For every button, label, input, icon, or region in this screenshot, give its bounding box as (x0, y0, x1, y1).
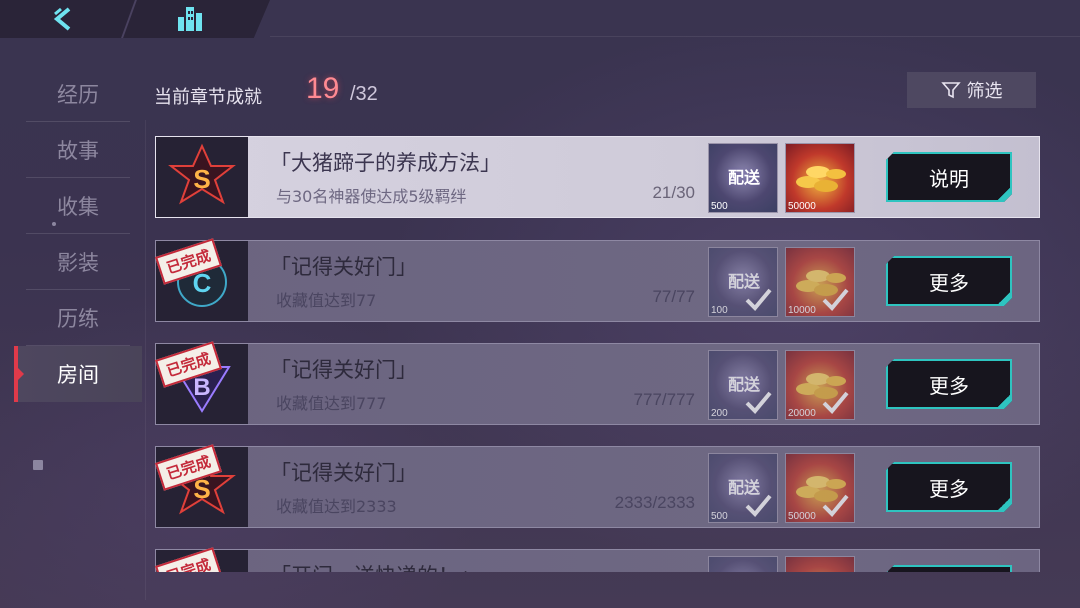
sidebar-item-outfit[interactable]: 影装 (26, 234, 130, 290)
achievement-progress: 77/77 (652, 287, 695, 306)
top-bar (0, 0, 270, 38)
achievement-desc: 与30名神器使达成5级羁绊 (276, 187, 467, 206)
sidebar-item-label: 故事 (57, 138, 99, 163)
reward-amount: 500 (711, 201, 728, 212)
achievement-row[interactable]: C 已完成 「记得关好门」 收藏值达到77 77/77 配送 100 10000… (155, 238, 1040, 322)
rank-badge: C 已完成 (155, 238, 248, 321)
achievement-title: 「记得关好门」 (270, 358, 417, 382)
sidebar-item-label: 影装 (57, 250, 99, 275)
rank-s-icon: S (168, 143, 236, 205)
chevron-left-icon (53, 7, 71, 31)
reward-amount: 20000 (788, 408, 816, 419)
achievement-title: 「大猪蹄子的养成方法」 (270, 151, 501, 175)
reward-coins[interactable]: 50000 (785, 143, 855, 213)
reward-label: 配送 (727, 168, 760, 187)
svg-text:B: B (193, 374, 210, 401)
achievement-total: /32 (350, 83, 378, 105)
sidebar: 经历 故事 收集 影装 历练 房间 (0, 66, 142, 586)
checkmark-icon (822, 391, 849, 414)
decorative-square (33, 460, 43, 470)
achievement-desc: 收藏值达到777 (276, 394, 387, 413)
checkmark-icon (822, 288, 849, 311)
achievement-progress: 777/777 (633, 390, 695, 409)
reward-delivery[interactable]: 配送 500 (708, 453, 778, 523)
decorative-dot (52, 222, 56, 226)
filter-icon (940, 82, 961, 99)
reward-delivery[interactable] (708, 556, 778, 572)
achievement-desc: 收藏值达到2333 (276, 497, 397, 516)
achievement-progress: 2333/2333 (614, 493, 695, 512)
explain-button[interactable]: 说明 (886, 152, 1012, 202)
home-button[interactable] (170, 2, 210, 36)
achievement-count: 19 (306, 72, 340, 105)
reward-amount: 50000 (788, 511, 816, 522)
sidebar-item-training[interactable]: 历练 (26, 290, 130, 346)
achievement-title: 「开门，送快递的！」 (270, 560, 480, 572)
reward-delivery[interactable]: 配送 200 (708, 350, 778, 420)
reward-amount: 100 (711, 305, 728, 316)
achievement-header-label: 当前章节成就 (154, 87, 262, 108)
rank-badge: S 已完成 (155, 444, 248, 527)
more-button[interactable]: 更多 (886, 256, 1012, 306)
building-icon (178, 7, 202, 31)
rank-badge: S (156, 137, 248, 217)
reward-delivery[interactable]: 配送 500 (708, 143, 778, 213)
achievement-title: 「记得关好门」 (270, 461, 417, 485)
filter-label: 筛选 (966, 81, 1003, 102)
sidebar-item-label: 收集 (57, 194, 99, 219)
reward-amount: 200 (711, 408, 728, 419)
achievement-title: 「记得关好门」 (270, 255, 417, 279)
achievement-row[interactable]: 已完成 「开门，送快递的！」 (155, 547, 1040, 572)
back-button[interactable] (42, 4, 82, 34)
sidebar-item-experience[interactable]: 经历 (26, 66, 130, 122)
reward-amount: 500 (711, 511, 728, 522)
more-button[interactable] (886, 565, 1012, 572)
sidebar-item-collection[interactable]: 收集 (26, 178, 130, 234)
reward-amount: 50000 (788, 201, 816, 212)
svg-text:S: S (193, 164, 210, 194)
more-button[interactable]: 更多 (886, 462, 1012, 512)
more-button[interactable]: 更多 (886, 359, 1012, 409)
achievement-row[interactable]: S 「大猪蹄子的养成方法」 与30名神器使达成5级羁绊 21/30 配送 500… (155, 136, 1040, 218)
rank-badge: B 已完成 (155, 341, 248, 424)
achievement-row[interactable]: S 已完成 「记得关好门」 收藏值达到2333 2333/2333 配送 500… (155, 444, 1040, 528)
reward-coins[interactable]: 20000 (785, 350, 855, 420)
sidebar-item-story[interactable]: 故事 (26, 122, 130, 178)
reward-amount: 10000 (788, 305, 816, 316)
achievement-progress: 21/30 (652, 183, 695, 202)
reward-coins[interactable] (785, 556, 855, 572)
completed-tag: 已完成 (155, 547, 223, 572)
sidebar-divider (145, 120, 146, 600)
achievement-row[interactable]: B 已完成 「记得关好门」 收藏值达到777 777/777 配送 200 20… (155, 341, 1040, 425)
coins-icon (796, 166, 846, 192)
checkmark-icon (745, 288, 772, 311)
checkmark-icon (745, 391, 772, 414)
sidebar-item-room[interactable]: 房间 (14, 346, 142, 402)
reward-coins[interactable]: 10000 (785, 247, 855, 317)
filter-button[interactable]: 筛选 (907, 72, 1036, 108)
checkmark-icon (822, 494, 849, 517)
checkmark-icon (745, 494, 772, 517)
achievement-list[interactable]: S 「大猪蹄子的养成方法」 与30名神器使达成5级羁绊 21/30 配送 500… (155, 136, 1040, 572)
sidebar-item-label: 历练 (57, 306, 99, 331)
rank-badge: 已完成 (155, 547, 248, 572)
top-divider (270, 36, 1080, 37)
sidebar-item-label: 房间 (57, 363, 99, 387)
reward-coins[interactable]: 50000 (785, 453, 855, 523)
reward-delivery[interactable]: 配送 100 (708, 247, 778, 317)
achievement-desc: 收藏值达到77 (276, 291, 377, 310)
sidebar-item-label: 经历 (57, 82, 99, 107)
